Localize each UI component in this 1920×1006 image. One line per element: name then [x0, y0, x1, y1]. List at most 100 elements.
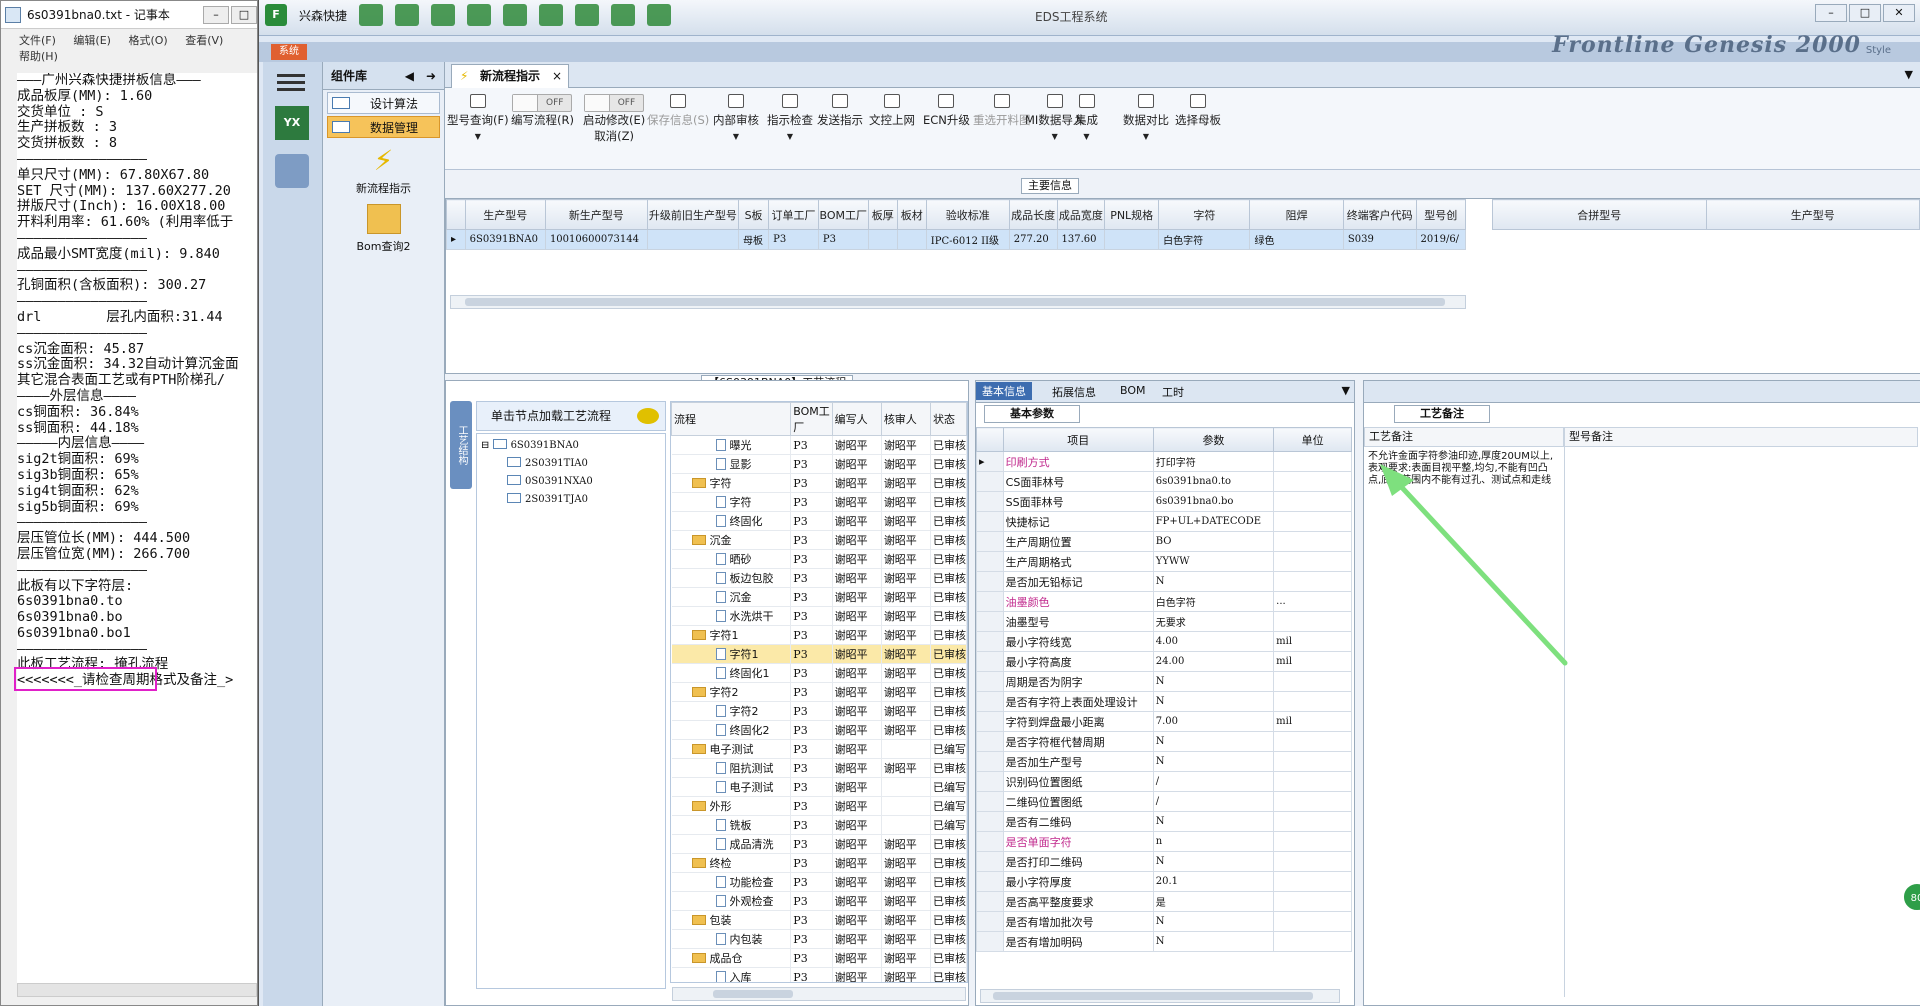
flow-hscrollbar[interactable]: [672, 987, 966, 1001]
grid-col-header[interactable]: BOM工厂: [817, 199, 869, 230]
param-row[interactable]: 是否加生产型号 N: [976, 751, 1352, 772]
grid-col-header[interactable]: 验收标准: [925, 199, 1010, 230]
minimize-button[interactable]: –: [203, 5, 229, 24]
flow-row[interactable]: 字符2 P3 谢昭平 谢昭平 已审核: [671, 701, 967, 721]
grid-col-header[interactable]: 字符: [1158, 199, 1251, 230]
ribbon-button[interactable]: 集成 ▼: [1075, 94, 1098, 141]
param-value[interactable]: N: [1152, 751, 1275, 772]
tab-basic-info[interactable]: 基本信息: [976, 382, 1032, 400]
param-value[interactable]: N: [1152, 731, 1275, 752]
menu-edit[interactable]: 编辑(E): [73, 34, 111, 47]
ribbon-button[interactable]: 数据对比 ▼: [1123, 94, 1169, 141]
grid-cell[interactable]: 绿色: [1249, 229, 1344, 250]
yx-icon[interactable]: YX: [275, 106, 309, 140]
grid-cell[interactable]: 277.20: [1008, 229, 1058, 250]
off-toggle[interactable]: OFF: [512, 94, 573, 112]
tab-basic-params[interactable]: 基本参数: [984, 405, 1080, 423]
param-row[interactable]: 是否高平整度要求是: [976, 891, 1352, 912]
new-flow-item[interactable]: ⚡ 新流程指示: [323, 146, 444, 196]
vtab-structure[interactable]: 工艺结构: [450, 401, 472, 489]
flow-row[interactable]: 成品清洗 P3 谢昭平 谢昭平 已审核: [671, 834, 967, 854]
param-row[interactable]: 是否有二维码 N: [976, 811, 1352, 832]
param-row[interactable]: 最小字符厚度 20.1: [976, 871, 1352, 892]
tree-node-root[interactable]: ⊟ 6S0391BNA0: [481, 438, 579, 454]
flow-row[interactable]: 终检 P3 谢昭平 谢昭平 已审核: [671, 853, 967, 873]
flow-row[interactable]: 电子测试 P3 谢昭平 已编写: [671, 739, 967, 759]
comment-icon[interactable]: [637, 408, 659, 424]
grid-col-header[interactable]: 成品宽度: [1056, 199, 1106, 230]
flow-row[interactable]: 阻抗测试 P3 谢昭平 谢昭平 已审核: [671, 758, 967, 778]
copy-icon[interactable]: [539, 4, 564, 26]
system-tab[interactable]: 系统: [271, 44, 307, 60]
flow-col-header[interactable]: 编写人: [831, 402, 882, 436]
flow-row[interactable]: 沉金 P3 谢昭平 谢昭平 已审核: [671, 530, 967, 550]
flow-row[interactable]: 晒砂 P3 谢昭平 谢昭平 已审核: [671, 549, 967, 569]
flow-row[interactable]: 字符 P3 谢昭平 谢昭平 已审核: [671, 473, 967, 493]
grid-col-header[interactable]: 升级前旧生产型号: [646, 199, 740, 230]
flow-col-header[interactable]: 流程: [671, 402, 792, 436]
grid-cell[interactable]: [646, 229, 740, 250]
notepad-hscrollbar[interactable]: [17, 983, 257, 997]
ribbon-button[interactable]: 选择母板: [1175, 94, 1221, 128]
param-value[interactable]: n: [1152, 831, 1275, 852]
arrow-left-icon[interactable]: ◀: [405, 62, 414, 90]
dropdown-icon[interactable]: ▼: [767, 132, 813, 141]
flow-row[interactable]: 字符1 P3 谢昭平 谢昭平 已审核: [671, 625, 967, 645]
param-row[interactable]: 是否打印二维码 N: [976, 851, 1352, 872]
component-design-algo[interactable]: 设计算法: [327, 92, 440, 114]
flow-row[interactable]: 板边包胶 P3 谢昭平 谢昭平 已审核: [671, 568, 967, 588]
param-row[interactable]: 是否字符框代替周期 N: [976, 731, 1352, 752]
param-row[interactable]: 是否单面字符 n: [976, 831, 1352, 852]
param-value[interactable]: N: [1152, 811, 1275, 832]
grid-hscrollbar[interactable]: [450, 295, 1466, 309]
grid-col-header[interactable]: 成品长度: [1008, 199, 1058, 230]
calculator-icon[interactable]: [275, 154, 309, 188]
scroll-thumb[interactable]: [465, 298, 1445, 306]
flow-row[interactable]: 显影 P3 谢昭平 谢昭平 已审核: [671, 454, 967, 474]
ribbon-button[interactable]: 重选开料图: [973, 94, 1031, 128]
notepad-text-area[interactable]: ———广州兴森快捷拼板信息——— 成品板厚(MM): 1.60 交货单位 : S 生产…: [17, 73, 257, 983]
param-row[interactable]: 是否有增加批次号 N: [976, 911, 1352, 932]
col-prod-model[interactable]: 生产型号: [1705, 199, 1920, 230]
flow-row[interactable]: 字符 P3 谢昭平 谢昭平 已审核: [671, 492, 967, 512]
param-value[interactable]: 7.00: [1152, 711, 1275, 732]
param-value[interactable]: /: [1152, 771, 1275, 792]
tree-node[interactable]: 2S0391TJA0: [507, 492, 588, 508]
close-button[interactable]: ✕: [1883, 4, 1915, 22]
table-icon[interactable]: [431, 4, 456, 26]
search-icon[interactable]: [359, 4, 384, 26]
flow-col-header[interactable]: 状态: [929, 402, 967, 436]
menu-view[interactable]: 查看(V): [185, 34, 223, 47]
ribbon-button[interactable]: 文控上网: [869, 94, 915, 128]
grid-cell[interactable]: 白色字符: [1158, 229, 1251, 250]
grid-col-header[interactable]: 新生产型号: [544, 199, 648, 230]
flow-row[interactable]: 字符2 P3 谢昭平 谢昭平 已审核: [671, 682, 967, 702]
grid-col-header[interactable]: 订单工厂: [768, 199, 819, 230]
grid-icon[interactable]: [503, 4, 528, 26]
grid-cell[interactable]: 6S0391BNA0: [464, 229, 546, 250]
param-value[interactable]: 是: [1152, 891, 1275, 912]
off-toggle[interactable]: OFF: [584, 94, 645, 112]
param-value[interactable]: 20.1: [1152, 871, 1275, 892]
menu-help[interactable]: 帮助(H): [19, 50, 58, 63]
dropdown-icon[interactable]: ▼: [447, 132, 509, 141]
layers-icon[interactable]: [575, 4, 600, 26]
restore-button[interactable]: □: [1849, 4, 1881, 22]
grid-cell[interactable]: S039: [1342, 229, 1417, 250]
flow-row[interactable]: 曝光 P3 谢昭平 谢昭平 已审核: [671, 435, 967, 455]
dropdown-icon[interactable]: ▼: [713, 132, 759, 141]
flow-col-header[interactable]: BOM工厂: [790, 402, 833, 436]
flow-row[interactable]: 内包装 P3 谢昭平 谢昭平 已审核: [671, 929, 967, 949]
tree-node[interactable]: 2S0391TIA0: [507, 456, 588, 472]
user-icon[interactable]: [611, 4, 636, 26]
grid-cell[interactable]: 137.60: [1056, 229, 1106, 250]
grid-col-header[interactable]: PNL规格: [1104, 199, 1160, 230]
param-value[interactable]: N: [1152, 911, 1275, 932]
param-value[interactable]: N: [1152, 851, 1275, 872]
flow-row[interactable]: 电子测试 P3 谢昭平 已编写: [671, 777, 967, 797]
param-value[interactable]: /: [1152, 791, 1275, 812]
grid-col-header[interactable]: 型号创: [1415, 199, 1466, 230]
flow-col-header[interactable]: 核审人: [880, 402, 931, 436]
param-row[interactable]: 二维码位置图纸 /: [976, 791, 1352, 812]
ribbon-button[interactable]: OFF 编写流程(R): [511, 94, 574, 128]
